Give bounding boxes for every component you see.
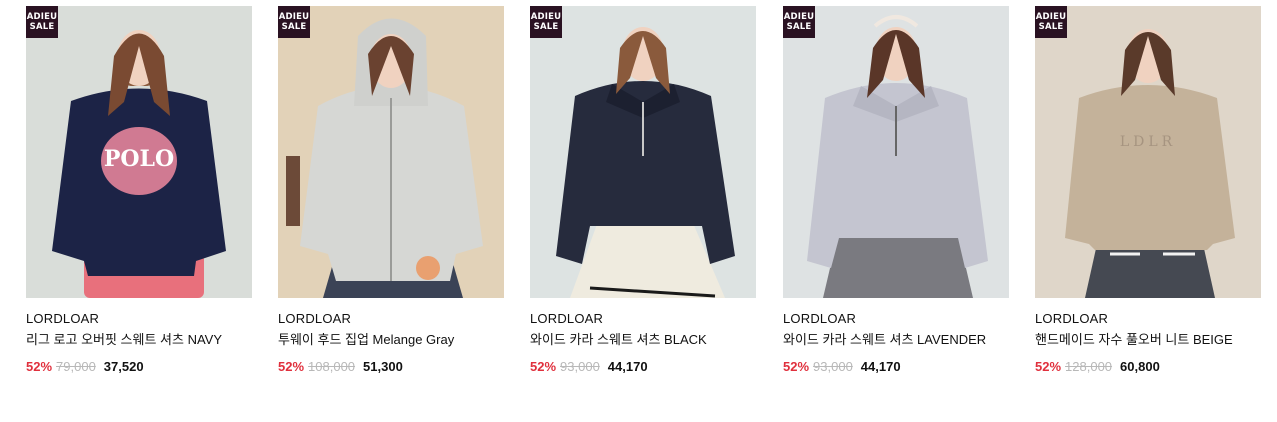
brand-label[interactable]: LORDLOAR — [26, 311, 252, 327]
price-row: 52% 128,000 60,800 — [1035, 359, 1261, 375]
product-card[interactable]: ADIEU SALE LORDLOAR 와이드 카라 스웨트 셔츠 BLACK 5… — [530, 6, 756, 375]
product-image[interactable]: POLO ADIEU SALE — [26, 6, 252, 298]
brand-label[interactable]: LORDLOAR — [1035, 311, 1261, 327]
discount-rate: 52% — [530, 359, 557, 374]
product-name[interactable]: 와이드 카라 스웨트 셔츠 BLACK — [530, 332, 756, 348]
product-name[interactable]: 리그 로고 오버핏 스웨트 셔츠 NAVY — [26, 332, 252, 348]
product-name[interactable]: 와이드 카라 스웨트 셔츠 LAVENDER — [783, 332, 1009, 348]
discount-rate: 52% — [26, 359, 53, 374]
svg-text:LDLR: LDLR — [1120, 134, 1176, 150]
original-price: 108,000 — [308, 359, 356, 374]
brand-label[interactable]: LORDLOAR — [278, 311, 504, 327]
original-price: 79,000 — [56, 359, 96, 374]
product-card[interactable]: LDLR ADIEU SALE LORDLOAR 핸드메이드 자수 풀오버 니트 … — [1035, 6, 1261, 375]
brand-label[interactable]: LORDLOAR — [783, 311, 1009, 327]
price-row: 52% 79,000 37,520 — [26, 359, 252, 375]
sale-badge: ADIEU SALE — [783, 6, 815, 38]
discount-rate: 52% — [1035, 359, 1062, 374]
sale-price: 44,170 — [607, 359, 648, 374]
product-name[interactable]: 핸드메이드 자수 풀오버 니트 BEIGE — [1035, 332, 1261, 348]
sale-badge: ADIEU SALE — [1035, 6, 1067, 38]
discount-rate: 52% — [783, 359, 810, 374]
original-price: 93,000 — [813, 359, 853, 374]
price-row: 52% 93,000 44,170 — [530, 359, 756, 375]
price-row: 52% 93,000 44,170 — [783, 359, 1009, 375]
product-name[interactable]: 투웨이 후드 집업 Melange Gray — [278, 332, 504, 348]
product-image[interactable]: ADIEU SALE — [783, 6, 1009, 298]
sale-price: 51,300 — [363, 359, 403, 374]
sale-badge: ADIEU SALE — [26, 6, 58, 38]
product-card[interactable]: POLO ADIEU SALE LORDLOAR 리그 로고 오버핏 스웨트 셔츠… — [26, 6, 252, 375]
svg-text:POLO: POLO — [104, 146, 174, 172]
product-card[interactable]: ADIEU SALE LORDLOAR 와이드 카라 스웨트 셔츠 LAVENDE… — [783, 6, 1009, 375]
sale-badge: ADIEU SALE — [530, 6, 562, 38]
product-grid: POLO ADIEU SALE LORDLOAR 리그 로고 오버핏 스웨트 셔츠… — [0, 0, 1277, 422]
sale-badge: ADIEU SALE — [278, 6, 310, 38]
brand-label[interactable]: LORDLOAR — [530, 311, 756, 327]
sale-price: 37,520 — [103, 359, 144, 374]
sale-price: 60,800 — [1120, 359, 1160, 374]
product-image[interactable]: ADIEU SALE — [530, 6, 756, 298]
original-price: 93,000 — [560, 359, 600, 374]
product-image[interactable]: LDLR ADIEU SALE — [1035, 6, 1261, 298]
sale-price: 44,170 — [860, 359, 901, 374]
product-card[interactable]: ADIEU SALE LORDLOAR 투웨이 후드 집업 Melange Gra… — [278, 6, 504, 375]
original-price: 128,000 — [1065, 359, 1113, 374]
discount-rate: 52% — [278, 359, 305, 374]
product-image[interactable]: ADIEU SALE — [278, 6, 504, 298]
price-row: 52% 108,000 51,300 — [278, 359, 504, 375]
